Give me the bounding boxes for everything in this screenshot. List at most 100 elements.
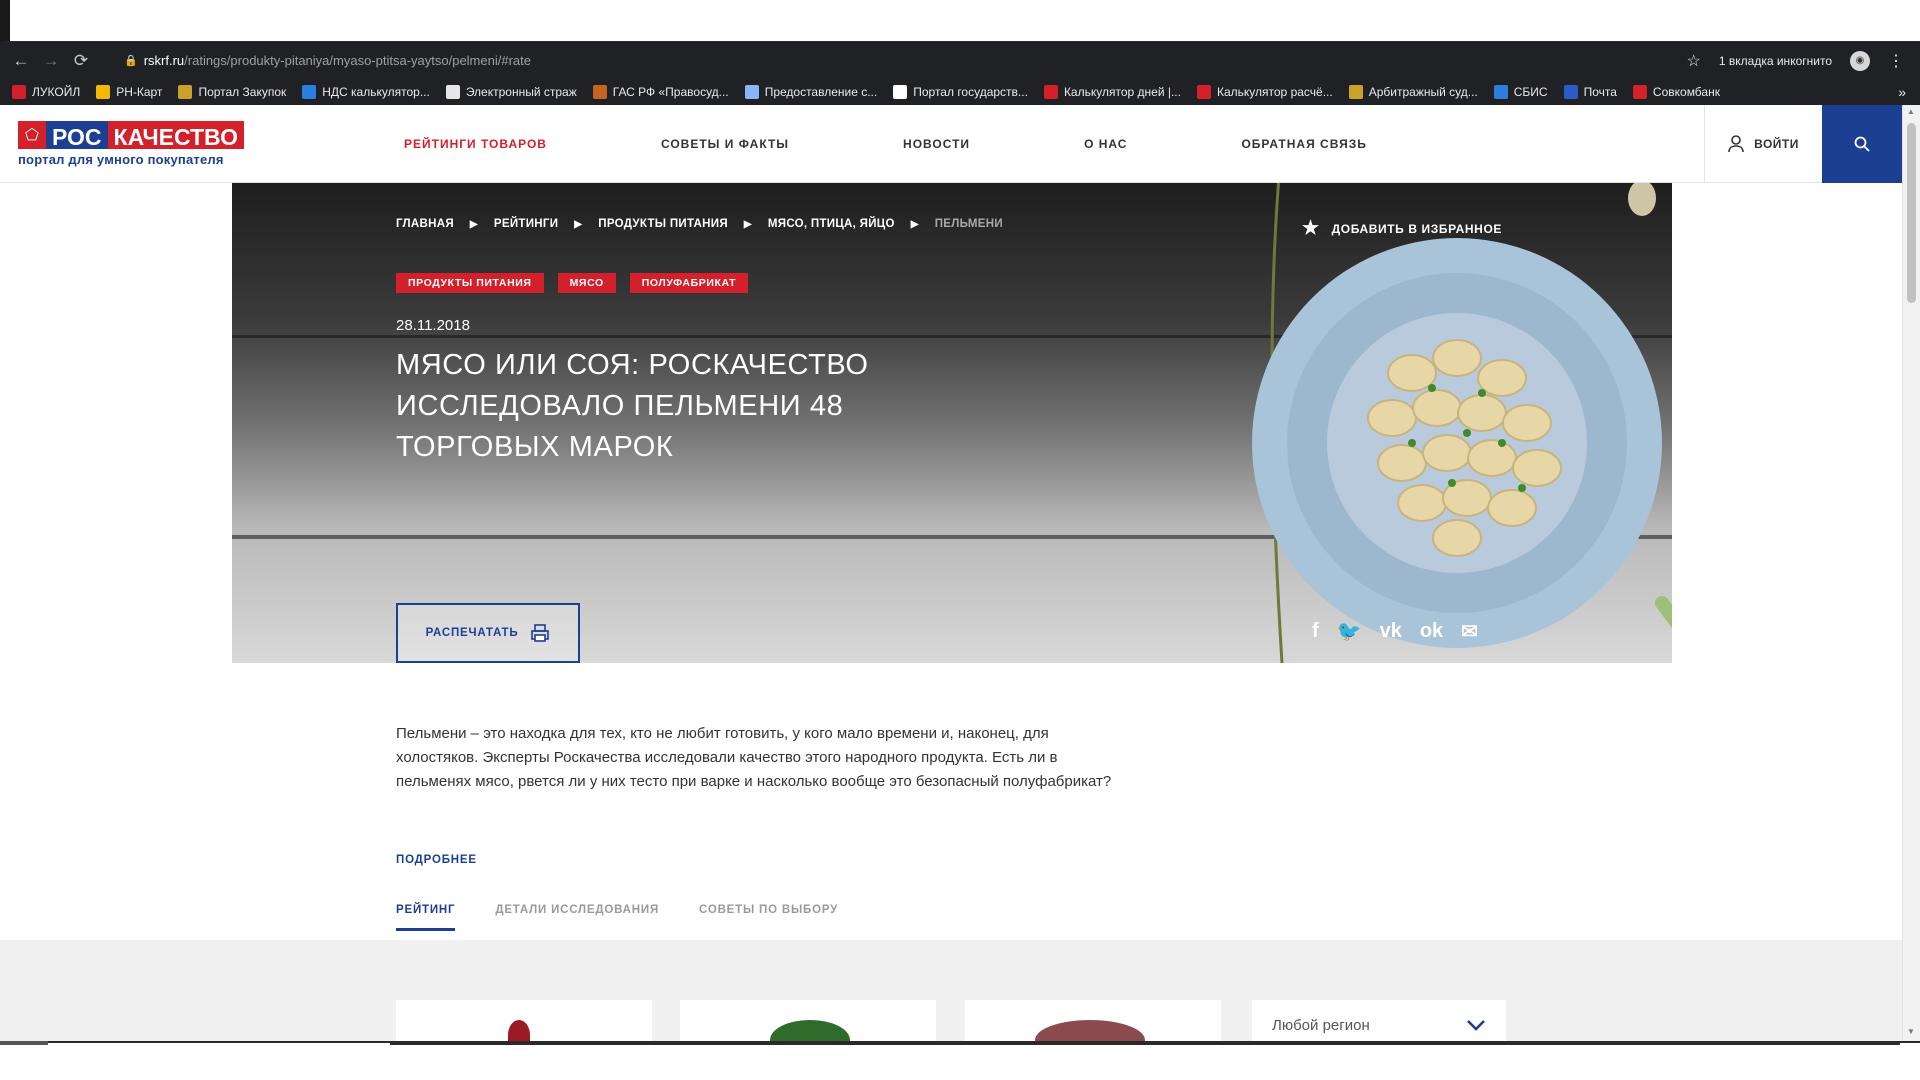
page-title: МЯСО ИЛИ СОЯ: РОСКАЧЕСТВО ИССЛЕДОВАЛО ПЕ…: [396, 349, 869, 463]
more-bookmarks-button[interactable]: »: [1898, 84, 1920, 100]
login-label: ВОЙТИ: [1754, 137, 1799, 151]
twitter-icon[interactable]: 🐦: [1337, 619, 1362, 644]
bookmark-item[interactable]: НДС калькулятор...: [302, 85, 430, 99]
article-tabs: РЕЙТИНГ ДЕТАЛИ ИССЛЕДОВАНИЯ СОВЕТЫ ПО ВЫБО…: [396, 904, 838, 931]
bookmark-label: Электронный страж: [465, 85, 577, 99]
tab-selection-tips[interactable]: СОВЕТЫ ПО ВЫБОРУ: [699, 904, 838, 931]
caret-right-icon: ▶: [910, 218, 919, 230]
vk-icon[interactable]: vk: [1380, 620, 1402, 643]
bookmark-label: СБИС: [1513, 85, 1548, 99]
tab-rating[interactable]: РЕЙТИНГ: [396, 904, 456, 931]
caret-right-icon: ▶: [574, 218, 583, 230]
scroll-up-icon[interactable]: ▲: [1907, 107, 1915, 116]
breadcrumb-link[interactable]: РЕЙТИНГИ: [494, 218, 558, 230]
bookmark-item[interactable]: Электронный страж: [445, 85, 577, 99]
browser-tabstrip: [0, 0, 1920, 42]
bookmark-label: Портал Закупок: [198, 85, 287, 99]
nav-item[interactable]: РЕЙТИНГИ ТОВАРОВ: [404, 137, 547, 151]
product-image: [770, 1020, 850, 1042]
scroll-thumb[interactable]: [1907, 123, 1916, 303]
bookmarks-bar: ЛУКОЙЛ РН-Карт Портал Закупок НДС калькулят…: [0, 79, 1920, 105]
bookmark-favicon-icon: [1632, 85, 1647, 99]
bookmark-label: Калькулятор расчё...: [1216, 85, 1333, 99]
rating-section: [0, 940, 1902, 1042]
logo-tagline: портал для умного покупателя: [18, 152, 224, 167]
favorite-label: ДОБАВИТЬ В ИЗБРАННОЕ: [1331, 221, 1502, 236]
nav-item[interactable]: О НАС: [1084, 137, 1127, 151]
bookmark-item[interactable]: ЛУКОЙЛ: [12, 85, 80, 99]
region-select-value: Любой регион: [1272, 1016, 1370, 1034]
bookmark-item[interactable]: РН-Карт: [96, 85, 162, 99]
url-host: rskrf.ru: [143, 53, 185, 68]
bookmark-label: Предоставление с...: [764, 85, 878, 99]
more-link[interactable]: ПОДРОБНЕЕ: [396, 854, 477, 866]
bookmark-favicon-icon: [1196, 85, 1211, 99]
bookmark-favicon-icon: [302, 85, 317, 99]
bookmark-item[interactable]: Арбитражный суд...: [1348, 85, 1478, 99]
incognito-icon[interactable]: ◉: [1850, 50, 1870, 71]
reload-icon[interactable]: ⟳: [66, 51, 96, 71]
mail-icon[interactable]: ✉: [1461, 619, 1478, 644]
nav-item[interactable]: СОВЕТЫ И ФАКТЫ: [661, 137, 789, 151]
breadcrumb-link[interactable]: МЯСО, ПТИЦА, ЯЙЦО: [768, 218, 895, 230]
article-intro: Пельмени – это находка для тех, кто не л…: [396, 725, 1112, 790]
nav-item[interactable]: НОВОСТИ: [903, 137, 970, 151]
page-scrollbar[interactable]: ▲ ▼: [1902, 105, 1920, 1041]
add-to-favorites-button[interactable]: ★ ДОБАВИТЬ В ИЗБРАННОЕ: [1302, 217, 1502, 240]
bookmark-item[interactable]: Предоставление с...: [744, 85, 878, 99]
region-select[interactable]: Любой регион: [1252, 1000, 1506, 1042]
product-card[interactable]: [680, 1000, 936, 1042]
category-tag[interactable]: МЯСО: [557, 273, 616, 293]
bookmark-item[interactable]: СБИС: [1493, 85, 1548, 99]
browser-menu-icon[interactable]: ⋮: [1888, 51, 1904, 71]
forward-icon[interactable]: →: [36, 51, 66, 71]
bookmark-star-icon[interactable]: ☆: [1687, 51, 1701, 71]
incognito-label: 1 вкладка инкогнито: [1718, 53, 1832, 68]
breadcrumb-link[interactable]: ГЛАВНАЯ: [396, 218, 454, 230]
bookmark-favicon-icon: [1493, 85, 1508, 99]
chevron-down-icon: [1467, 1020, 1485, 1031]
print-button[interactable]: РАСПЕЧАТАТЬ: [396, 603, 580, 663]
bookmark-favicon-icon: [1043, 85, 1058, 99]
bookmark-item[interactable]: Портал Закупок: [178, 85, 286, 99]
bookmark-label: Совкомбанк: [1652, 85, 1720, 99]
hero-banner: ГЛАВНАЯ ▶ РЕЙТИНГИ ▶ ПРОДУКТЫ ПИТАНИЯ ▶ МЯСО, …: [232, 183, 1672, 663]
breadcrumb-current: ПЕЛЬМЕНИ: [934, 218, 1003, 230]
back-icon[interactable]: ←: [6, 51, 36, 71]
login-button[interactable]: ВОЙТИ: [1704, 105, 1822, 183]
category-tag[interactable]: ПОЛУФАБРИКАТ: [629, 273, 749, 293]
nav-item[interactable]: ОБРАТНАЯ СВЯЗЬ: [1241, 137, 1366, 151]
bookmark-item[interactable]: Калькулятор расчё...: [1196, 85, 1333, 99]
bookmark-favicon-icon: [893, 85, 908, 99]
bookmark-label: ГАС РФ «Правосуд...: [612, 85, 729, 99]
product-card[interactable]: [396, 1000, 652, 1042]
bookmark-favicon-icon: [744, 85, 759, 99]
bookmark-item[interactable]: Почта: [1563, 85, 1617, 99]
caret-right-icon: ▶: [469, 218, 478, 230]
bookmark-item[interactable]: ГАС РФ «Правосуд...: [592, 85, 729, 99]
tab-research-details[interactable]: ДЕТАЛИ ИССЛЕДОВАНИЯ: [495, 904, 659, 931]
url-field[interactable]: 🔒 rskrf.ru/ratings/produkty-pitaniya/mya…: [124, 53, 531, 68]
facebook-icon[interactable]: f: [1312, 620, 1319, 643]
bookmark-item[interactable]: Совкомбанк: [1632, 85, 1720, 99]
category-tag[interactable]: ПРОДУКТЫ ПИТАНИЯ: [396, 273, 544, 293]
share-buttons: f 🐦 vk ok ✉: [1312, 619, 1478, 644]
download-shelf-border: [390, 1041, 1900, 1045]
odnoklassniki-icon[interactable]: ok: [1420, 620, 1443, 643]
url-path: /ratings/produkty-pitaniya/myaso-ptitsa-…: [184, 53, 531, 68]
bookmark-favicon-icon: [96, 85, 111, 99]
user-icon: [1728, 135, 1744, 153]
bookmark-favicon-icon: [592, 85, 607, 99]
search-icon: [1854, 136, 1870, 152]
site-logo[interactable]: ⬠ РОС КАЧЕСТВО портал для умного покупат…: [18, 121, 264, 167]
breadcrumb-link[interactable]: ПРОДУКТЫ ПИТАНИЯ: [598, 218, 728, 230]
bookmark-label: Арбитражный суд...: [1368, 85, 1478, 99]
lock-icon: 🔒: [124, 55, 138, 67]
scroll-down-icon[interactable]: ▼: [1907, 1027, 1915, 1036]
search-button[interactable]: [1822, 105, 1902, 183]
site-header: ⬠ РОС КАЧЕСТВО портал для умного покупат…: [0, 105, 1902, 183]
product-card[interactable]: [965, 1000, 1221, 1042]
bookmark-item[interactable]: Калькулятор дней |...: [1043, 85, 1181, 99]
bookmark-item[interactable]: Портал государств...: [893, 85, 1028, 99]
printer-icon: [531, 624, 550, 642]
